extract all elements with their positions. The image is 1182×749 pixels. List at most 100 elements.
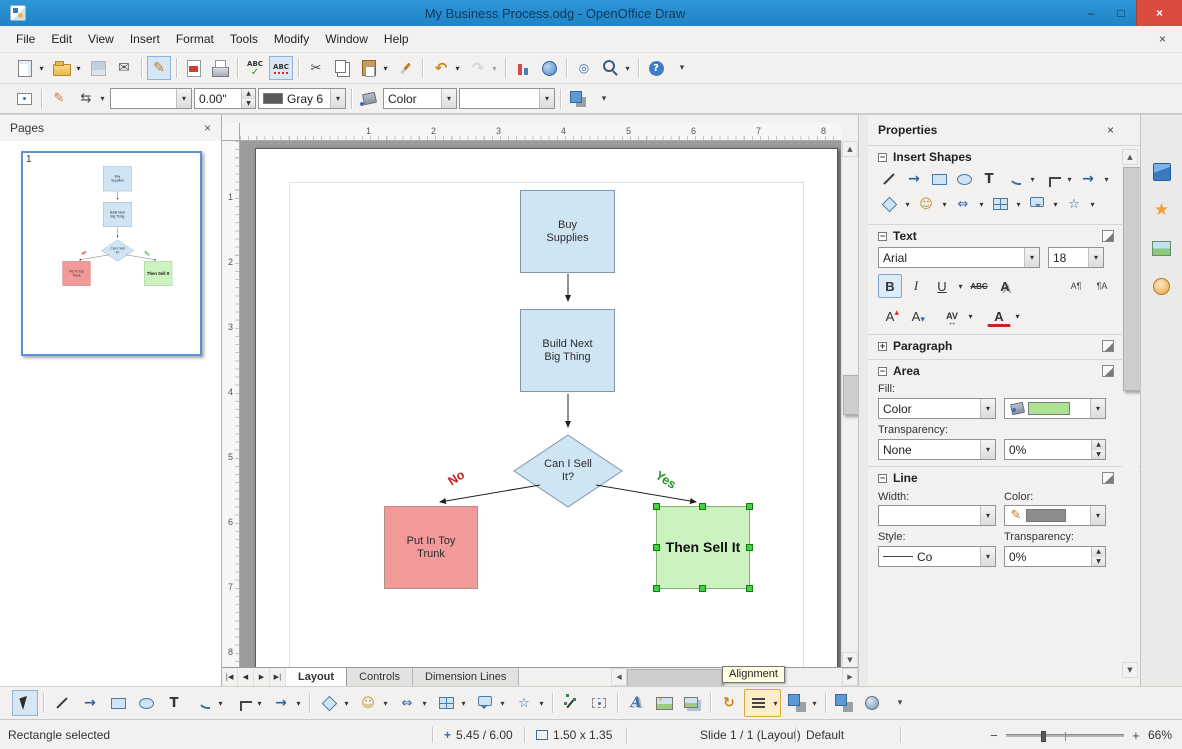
stars-dropdown-icon[interactable] (537, 692, 546, 714)
line-color-dropdown-icon[interactable] (1090, 506, 1105, 525)
hyperlink-globe-icon[interactable] (537, 56, 561, 80)
flow-node-then-sell-it-selected[interactable]: Then Sell It (144, 261, 173, 286)
drawing-viewport[interactable]: Buy Supplies Build Next Big Thing Can I … (240, 141, 841, 668)
ellipse-tool-icon[interactable] (133, 690, 159, 716)
symbol-shapes-dropdown-icon[interactable] (940, 193, 949, 215)
selection-handle[interactable] (699, 585, 706, 592)
menu-item[interactable]: Modify (266, 28, 317, 50)
first-page-icon[interactable]: |◀ (222, 668, 238, 686)
paint-can-icon[interactable] (357, 87, 381, 111)
new-document-dropdown-icon[interactable] (37, 57, 46, 79)
collapse-icon[interactable] (878, 231, 887, 241)
line-width-spinner[interactable]: 0.00" ▲ ▼ (194, 88, 256, 109)
glue-points-bar-icon[interactable] (12, 87, 36, 111)
select-tool-icon[interactable] (12, 690, 38, 716)
styles-deck-icon[interactable] (1147, 195, 1177, 225)
curve-dropdown-icon[interactable] (1028, 168, 1037, 190)
zoom-dropdown-icon[interactable] (623, 57, 632, 79)
collapse-icon[interactable] (878, 473, 887, 483)
redo-button[interactable] (465, 55, 500, 81)
curve-dropdown-icon[interactable] (216, 692, 225, 714)
area-dialog-launcher-icon[interactable] (1102, 365, 1114, 377)
menu-item[interactable]: View (80, 28, 122, 50)
flow-node-build-next-big-thing[interactable]: Build Next Big Thing (520, 309, 615, 392)
fill-color-dropdown-icon[interactable] (539, 89, 554, 108)
properties-deck-icon[interactable] (1147, 157, 1177, 187)
increase-font-icon[interactable]: A (878, 304, 902, 328)
properties-close-icon[interactable]: × (1107, 123, 1114, 137)
gallery-icon[interactable] (679, 690, 705, 716)
rectangle-tool-icon[interactable] (105, 690, 131, 716)
italic-icon[interactable]: I (904, 274, 928, 298)
block-arrows-dropdown-icon[interactable] (977, 193, 986, 215)
zoom-level[interactable]: 66% (1148, 728, 1172, 742)
properties-scrollbar[interactable]: ▲ ▼ (1122, 149, 1140, 678)
menu-item[interactable]: Tools (222, 28, 266, 50)
bold-icon[interactable]: B (878, 274, 902, 298)
flow-node-build-next-big-thing[interactable]: Build Next Big Thing (103, 202, 132, 227)
spin-down-icon[interactable]: ▼ (1092, 556, 1105, 566)
paste-button[interactable] (356, 55, 391, 81)
save-icon[interactable] (86, 56, 110, 80)
props-scroll-thumb[interactable] (1123, 167, 1140, 391)
flow-node-decision[interactable]: Can I Sell It? (101, 240, 133, 262)
glue-points-icon[interactable] (586, 690, 612, 716)
text-tool-icon[interactable] (978, 169, 1000, 189)
arrow-tool-icon[interactable] (77, 690, 103, 716)
gallery-deck-icon[interactable] (1147, 233, 1177, 263)
area-fill-color-dropdown-icon[interactable] (1090, 399, 1105, 418)
selection-handle[interactable] (653, 503, 660, 510)
close-document-icon[interactable]: × (1153, 30, 1172, 48)
flow-node-then-sell-it-selected[interactable]: Then Sell It (653, 503, 753, 592)
rotate-icon[interactable] (716, 690, 742, 716)
toolbar-options-icon[interactable] (887, 690, 913, 716)
block-arrows-icon[interactable] (952, 194, 974, 214)
flowchart-dropdown-icon[interactable] (459, 692, 468, 714)
new-document-button[interactable] (12, 55, 47, 81)
spellcheck-icon[interactable] (243, 56, 267, 80)
lines-arrows-button[interactable] (267, 689, 304, 717)
fill-type-select[interactable]: Color (383, 88, 457, 109)
zoom-in-icon[interactable]: + (1130, 728, 1142, 743)
text-dir-rtl-icon[interactable] (1090, 274, 1114, 298)
basic-shapes-button[interactable] (315, 689, 352, 717)
spin-down-icon[interactable]: ▼ (1092, 449, 1105, 459)
sidebar-splitter[interactable] (858, 114, 868, 686)
font-name-select[interactable]: Arial (878, 247, 1040, 268)
alignment-button[interactable] (744, 689, 781, 717)
spin-up-icon[interactable]: ▲ (1092, 440, 1105, 450)
flow-node-buy-supplies[interactable]: Buy Supplies (103, 166, 132, 192)
block-arrows-dropdown-icon[interactable] (420, 692, 429, 714)
strikethrough-icon[interactable]: ABC (967, 274, 991, 298)
flow-node-buy-supplies[interactable]: Buy Supplies (520, 190, 615, 273)
format-paintbrush-icon[interactable] (393, 56, 417, 80)
transparency-spinner[interactable]: 0% ▲ ▼ (1004, 439, 1106, 460)
ellipse-tool-icon[interactable] (953, 169, 975, 189)
page-thumbnail[interactable]: 1 Buy Supplies Build Next Big Thing Can … (21, 151, 202, 356)
scroll-up-icon[interactable]: ▲ (1122, 149, 1138, 165)
lines-arrows-dropdown-icon[interactable] (1102, 168, 1111, 190)
pages-close-icon[interactable]: × (204, 121, 211, 135)
char-spacing-dropdown-icon[interactable] (966, 305, 975, 327)
stars-button[interactable] (510, 689, 547, 717)
menu-item[interactable]: Format (168, 28, 222, 50)
edit-mode-icon[interactable] (147, 56, 171, 80)
flow-node-put-in-toy-trunk[interactable]: Put In Toy Trunk (384, 506, 478, 589)
expand-icon[interactable] (878, 341, 887, 351)
redo-dropdown-icon[interactable] (490, 57, 499, 79)
navigator-deck-icon[interactable] (1147, 271, 1177, 301)
tab-layout[interactable]: Layout (286, 668, 348, 686)
arrow-style-button[interactable] (73, 86, 108, 112)
underline-icon[interactable]: U (930, 274, 954, 298)
font-size-select[interactable]: 18 (1048, 247, 1104, 268)
flowchart-shapes-button[interactable] (432, 689, 469, 717)
line-color-select[interactable]: Gray 6 (258, 88, 346, 109)
area-fill-color-select[interactable] (1004, 398, 1106, 419)
tab-dimension-lines[interactable]: Dimension Lines (413, 668, 520, 686)
extrusion-icon[interactable] (859, 690, 885, 716)
spin-up-icon[interactable]: ▲ (242, 89, 255, 99)
alignment-dropdown-icon[interactable] (771, 692, 780, 714)
lines-arrows-icon[interactable] (1077, 169, 1099, 189)
selection-handle[interactable] (653, 585, 660, 592)
page-style[interactable]: Default (806, 720, 844, 749)
